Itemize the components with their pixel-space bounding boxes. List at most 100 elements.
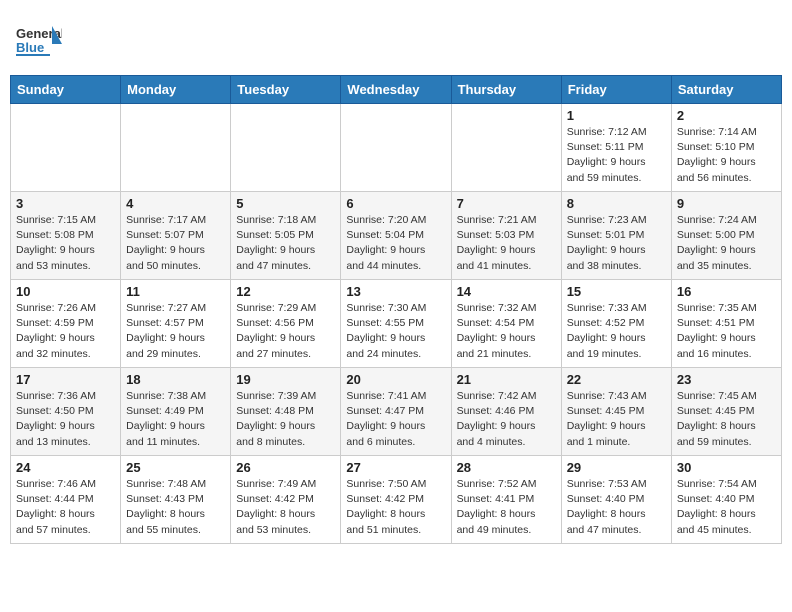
day-info: Sunrise: 7:36 AM Sunset: 4:50 PM Dayligh… bbox=[16, 389, 115, 450]
day-number: 20 bbox=[346, 372, 445, 387]
weekday-header-thursday: Thursday bbox=[451, 76, 561, 104]
day-number: 21 bbox=[457, 372, 556, 387]
day-info: Sunrise: 7:43 AM Sunset: 4:45 PM Dayligh… bbox=[567, 389, 666, 450]
day-number: 5 bbox=[236, 196, 335, 211]
day-info: Sunrise: 7:46 AM Sunset: 4:44 PM Dayligh… bbox=[16, 477, 115, 538]
calendar-table: SundayMondayTuesdayWednesdayThursdayFrid… bbox=[10, 75, 782, 544]
calendar-cell bbox=[451, 104, 561, 192]
calendar-cell: 14 Sunrise: 7:32 AM Sunset: 4:54 PM Dayli… bbox=[451, 280, 561, 368]
day-number: 23 bbox=[677, 372, 776, 387]
weekday-header-row: SundayMondayTuesdayWednesdayThursdayFrid… bbox=[11, 76, 782, 104]
day-info: Sunrise: 7:33 AM Sunset: 4:52 PM Dayligh… bbox=[567, 301, 666, 362]
day-number: 18 bbox=[126, 372, 225, 387]
calendar-cell: 4 Sunrise: 7:17 AM Sunset: 5:07 PM Daylig… bbox=[121, 192, 231, 280]
day-number: 10 bbox=[16, 284, 115, 299]
day-info: Sunrise: 7:38 AM Sunset: 4:49 PM Dayligh… bbox=[126, 389, 225, 450]
calendar-cell: 7 Sunrise: 7:21 AM Sunset: 5:03 PM Daylig… bbox=[451, 192, 561, 280]
day-number: 6 bbox=[346, 196, 445, 211]
calendar-cell bbox=[231, 104, 341, 192]
day-info: Sunrise: 7:26 AM Sunset: 4:59 PM Dayligh… bbox=[16, 301, 115, 362]
day-info: Sunrise: 7:32 AM Sunset: 4:54 PM Dayligh… bbox=[457, 301, 556, 362]
calendar-cell: 8 Sunrise: 7:23 AM Sunset: 5:01 PM Daylig… bbox=[561, 192, 671, 280]
calendar-cell: 17Sunrise: 7:36 AM Sunset: 4:50 PM Dayli… bbox=[11, 368, 121, 456]
day-number: 15 bbox=[567, 284, 666, 299]
calendar-cell bbox=[121, 104, 231, 192]
calendar-cell: 5 Sunrise: 7:18 AM Sunset: 5:05 PM Daylig… bbox=[231, 192, 341, 280]
calendar-cell: 13 Sunrise: 7:30 AM Sunset: 4:55 PM Dayli… bbox=[341, 280, 451, 368]
calendar-cell: 3 Sunrise: 7:15 AM Sunset: 5:08 PM Daylig… bbox=[11, 192, 121, 280]
day-number: 19 bbox=[236, 372, 335, 387]
day-number: 24 bbox=[16, 460, 115, 475]
day-info: Sunrise: 7:54 AM Sunset: 4:40 PM Dayligh… bbox=[677, 477, 776, 538]
day-info: Sunrise: 7:39 AM Sunset: 4:48 PM Dayligh… bbox=[236, 389, 335, 450]
day-info: Sunrise: 7:30 AM Sunset: 4:55 PM Dayligh… bbox=[346, 301, 445, 362]
weekday-header-monday: Monday bbox=[121, 76, 231, 104]
calendar-cell: 9Sunrise: 7:24 AM Sunset: 5:00 PM Daylig… bbox=[671, 192, 781, 280]
weekday-header-friday: Friday bbox=[561, 76, 671, 104]
calendar-cell: 25 Sunrise: 7:48 AM Sunset: 4:43 PM Dayli… bbox=[121, 456, 231, 544]
day-info: Sunrise: 7:21 AM Sunset: 5:03 PM Dayligh… bbox=[457, 213, 556, 274]
calendar-cell: 2 Sunrise: 7:14 AM Sunset: 5:10 PM Daylig… bbox=[671, 104, 781, 192]
calendar-week-3: 10 Sunrise: 7:26 AM Sunset: 4:59 PM Dayli… bbox=[11, 280, 782, 368]
day-number: 27 bbox=[346, 460, 445, 475]
calendar-cell: 27 Sunrise: 7:50 AM Sunset: 4:42 PM Dayli… bbox=[341, 456, 451, 544]
logo-icon: General Blue bbox=[14, 16, 62, 69]
calendar-cell: 20 Sunrise: 7:41 AM Sunset: 4:47 PM Dayli… bbox=[341, 368, 451, 456]
calendar-week-1: 1Sunrise: 7:12 AM Sunset: 5:11 PM Daylig… bbox=[11, 104, 782, 192]
day-number: 25 bbox=[126, 460, 225, 475]
day-info: Sunrise: 7:17 AM Sunset: 5:07 PM Dayligh… bbox=[126, 213, 225, 274]
calendar-cell: 11Sunrise: 7:27 AM Sunset: 4:57 PM Dayli… bbox=[121, 280, 231, 368]
day-info: Sunrise: 7:15 AM Sunset: 5:08 PM Dayligh… bbox=[16, 213, 115, 274]
day-info: Sunrise: 7:29 AM Sunset: 4:56 PM Dayligh… bbox=[236, 301, 335, 362]
day-number: 12 bbox=[236, 284, 335, 299]
calendar-cell: 15 Sunrise: 7:33 AM Sunset: 4:52 PM Dayli… bbox=[561, 280, 671, 368]
calendar-cell: 28Sunrise: 7:52 AM Sunset: 4:41 PM Dayli… bbox=[451, 456, 561, 544]
calendar-week-2: 3 Sunrise: 7:15 AM Sunset: 5:08 PM Daylig… bbox=[11, 192, 782, 280]
day-info: Sunrise: 7:23 AM Sunset: 5:01 PM Dayligh… bbox=[567, 213, 666, 274]
day-number: 9 bbox=[677, 196, 776, 211]
calendar-cell: 10 Sunrise: 7:26 AM Sunset: 4:59 PM Dayli… bbox=[11, 280, 121, 368]
day-number: 30 bbox=[677, 460, 776, 475]
calendar-week-4: 17Sunrise: 7:36 AM Sunset: 4:50 PM Dayli… bbox=[11, 368, 782, 456]
day-number: 29 bbox=[567, 460, 666, 475]
day-info: Sunrise: 7:12 AM Sunset: 5:11 PM Dayligh… bbox=[567, 125, 666, 186]
day-info: Sunrise: 7:48 AM Sunset: 4:43 PM Dayligh… bbox=[126, 477, 225, 538]
calendar-cell bbox=[11, 104, 121, 192]
day-info: Sunrise: 7:41 AM Sunset: 4:47 PM Dayligh… bbox=[346, 389, 445, 450]
logo: General Blue bbox=[14, 16, 66, 69]
day-info: Sunrise: 7:45 AM Sunset: 4:45 PM Dayligh… bbox=[677, 389, 776, 450]
calendar-cell: 22Sunrise: 7:43 AM Sunset: 4:45 PM Dayli… bbox=[561, 368, 671, 456]
day-number: 4 bbox=[126, 196, 225, 211]
day-info: Sunrise: 7:42 AM Sunset: 4:46 PM Dayligh… bbox=[457, 389, 556, 450]
day-number: 8 bbox=[567, 196, 666, 211]
calendar-cell bbox=[341, 104, 451, 192]
day-info: Sunrise: 7:20 AM Sunset: 5:04 PM Dayligh… bbox=[346, 213, 445, 274]
day-info: Sunrise: 7:49 AM Sunset: 4:42 PM Dayligh… bbox=[236, 477, 335, 538]
day-info: Sunrise: 7:14 AM Sunset: 5:10 PM Dayligh… bbox=[677, 125, 776, 186]
weekday-header-tuesday: Tuesday bbox=[231, 76, 341, 104]
weekday-header-saturday: Saturday bbox=[671, 76, 781, 104]
calendar-cell: 29Sunrise: 7:53 AM Sunset: 4:40 PM Dayli… bbox=[561, 456, 671, 544]
svg-text:Blue: Blue bbox=[16, 40, 44, 55]
calendar-week-5: 24 Sunrise: 7:46 AM Sunset: 4:44 PM Dayli… bbox=[11, 456, 782, 544]
day-number: 2 bbox=[677, 108, 776, 123]
day-info: Sunrise: 7:18 AM Sunset: 5:05 PM Dayligh… bbox=[236, 213, 335, 274]
weekday-header-wednesday: Wednesday bbox=[341, 76, 451, 104]
day-info: Sunrise: 7:52 AM Sunset: 4:41 PM Dayligh… bbox=[457, 477, 556, 538]
day-number: 14 bbox=[457, 284, 556, 299]
calendar-cell: 18 Sunrise: 7:38 AM Sunset: 4:49 PM Dayli… bbox=[121, 368, 231, 456]
day-number: 7 bbox=[457, 196, 556, 211]
day-number: 16 bbox=[677, 284, 776, 299]
calendar-cell: 12 Sunrise: 7:29 AM Sunset: 4:56 PM Dayli… bbox=[231, 280, 341, 368]
day-number: 26 bbox=[236, 460, 335, 475]
calendar-cell: 16 Sunrise: 7:35 AM Sunset: 4:51 PM Dayli… bbox=[671, 280, 781, 368]
calendar-cell: 6 Sunrise: 7:20 AM Sunset: 5:04 PM Daylig… bbox=[341, 192, 451, 280]
day-number: 3 bbox=[16, 196, 115, 211]
day-number: 13 bbox=[346, 284, 445, 299]
calendar-cell: 26 Sunrise: 7:49 AM Sunset: 4:42 PM Dayli… bbox=[231, 456, 341, 544]
calendar-cell: 23 Sunrise: 7:45 AM Sunset: 4:45 PM Dayli… bbox=[671, 368, 781, 456]
day-info: Sunrise: 7:50 AM Sunset: 4:42 PM Dayligh… bbox=[346, 477, 445, 538]
weekday-header-sunday: Sunday bbox=[11, 76, 121, 104]
day-info: Sunrise: 7:35 AM Sunset: 4:51 PM Dayligh… bbox=[677, 301, 776, 362]
day-info: Sunrise: 7:27 AM Sunset: 4:57 PM Dayligh… bbox=[126, 301, 225, 362]
